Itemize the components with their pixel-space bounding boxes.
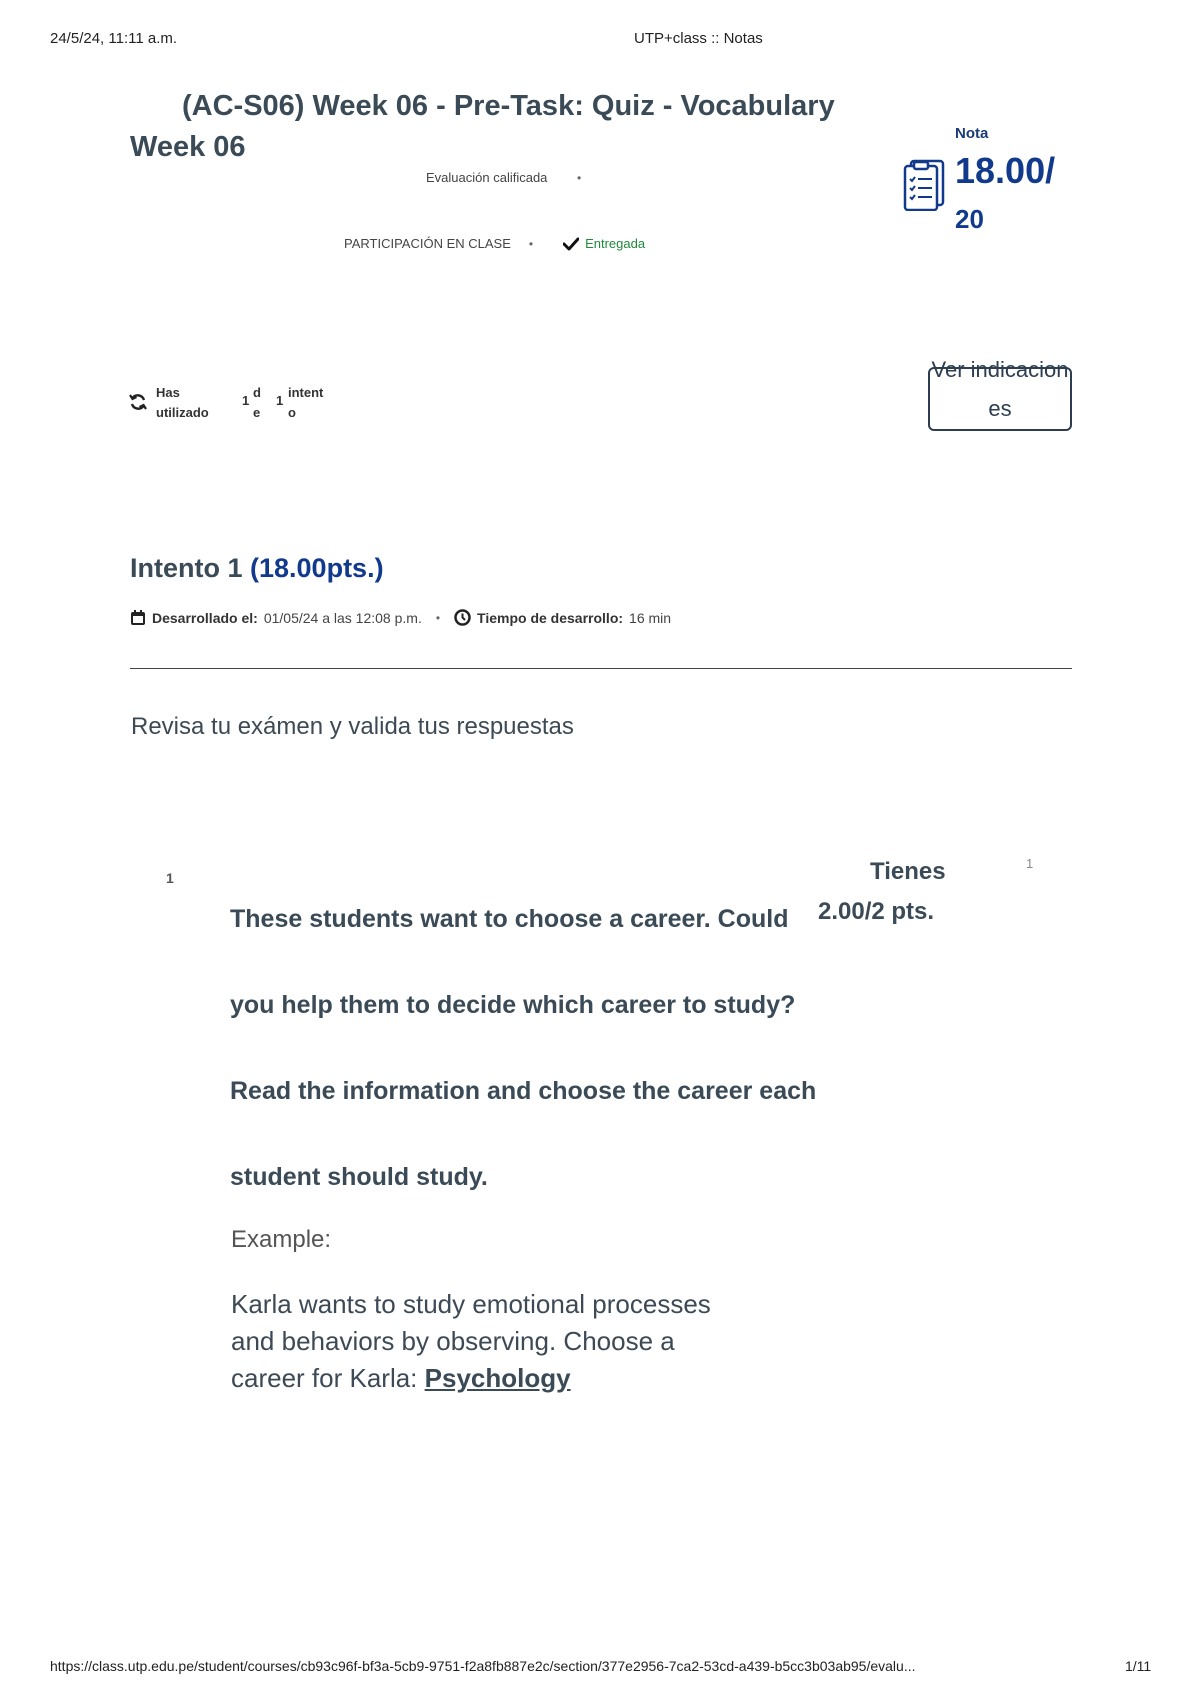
clock-icon [454, 609, 471, 626]
attempts-of: d e [253, 383, 261, 423]
question-score-label: Tienes [870, 858, 946, 885]
developed-value: 01/05/24 a las 12:08 p.m. [263, 609, 422, 626]
assessment-type-label: Evaluación calificada [426, 170, 548, 185]
duration-value: 16 min [629, 609, 672, 626]
attempt-heading: Intento 1 (18.00pts.) [130, 553, 384, 584]
attempts-used: 1 [242, 393, 250, 408]
attempts-of-line1: d [253, 385, 261, 400]
refresh-icon [128, 392, 148, 417]
example-label: Example: [231, 1226, 332, 1253]
assessment-title: (AC-S06) Week 06 - Pre-Task: Quiz - Voca… [130, 86, 910, 168]
attempts-of-line2: e [253, 405, 261, 420]
attempt-info-row: Desarrollado el: 01/05/24 a las 12:08 p.… [130, 609, 671, 626]
attempts-prefix: Has utilizado [156, 383, 209, 423]
print-page-title: UTP+class :: Notas [634, 30, 763, 47]
grade-total: 20 [955, 204, 984, 234]
view-instructions-label: Ver indicaciones [931, 357, 1069, 421]
calendar-icon [130, 609, 146, 626]
separator-dot: • [577, 171, 582, 185]
assessment-type: Evaluación calificada • [426, 170, 581, 185]
example-text: Karla wants to study emotional processes… [231, 1286, 751, 1397]
attempts-allowed: 1 [276, 393, 284, 408]
question-text: These students want to choose a career. … [230, 905, 817, 1191]
checkmark-icon [562, 237, 580, 251]
developed-label: Desarrollado el: [152, 609, 258, 626]
question-side-number: 1 [1026, 856, 1034, 871]
print-url: https://class.utp.edu.pe/student/courses… [50, 1658, 916, 1674]
review-heading: Revisa tu exámen y valida tus respuestas [131, 713, 574, 740]
print-datetime: 24/5/24, 11:11 a.m. [50, 30, 178, 47]
attempts-prefix-line2: utilizado [156, 405, 209, 420]
assessment-title-line1: (AC-S06) Week 06 - Pre-Task: Quiz - Voca… [182, 90, 835, 122]
attempt-title: Intento 1 [130, 553, 243, 583]
grade-score: 18.00/ [955, 150, 1056, 191]
grade-label: Nota [955, 125, 989, 142]
question-number: 1 [166, 870, 174, 886]
example-answer: Psychology [424, 1363, 571, 1393]
clipboard-icon [902, 155, 946, 216]
separator-dot: • [435, 610, 441, 625]
divider [130, 668, 1072, 669]
print-page-number: 1/11 [1125, 1658, 1152, 1674]
assessment-category: PARTICIPACIÓN EN CLASE [344, 236, 511, 251]
attempt-points: (18.00pts.) [250, 553, 384, 583]
attempts-suffix-line1: intent [288, 385, 324, 400]
duration-label: Tiempo de desarrollo: [477, 609, 624, 626]
assessment-category-row: PARTICIPACIÓN EN CLASE • Entregada [344, 236, 645, 251]
attempts-suffix-line2: o [288, 405, 296, 420]
question-score-value: 2.00/2 pts. [818, 898, 935, 925]
separator-dot: • [528, 236, 534, 251]
assessment-title-line2: Week 06 [130, 131, 246, 163]
attempts-prefix-line1: Has [156, 385, 180, 400]
attempts-suffix: intent o [288, 383, 323, 423]
status-badge: Entregada [585, 236, 646, 251]
